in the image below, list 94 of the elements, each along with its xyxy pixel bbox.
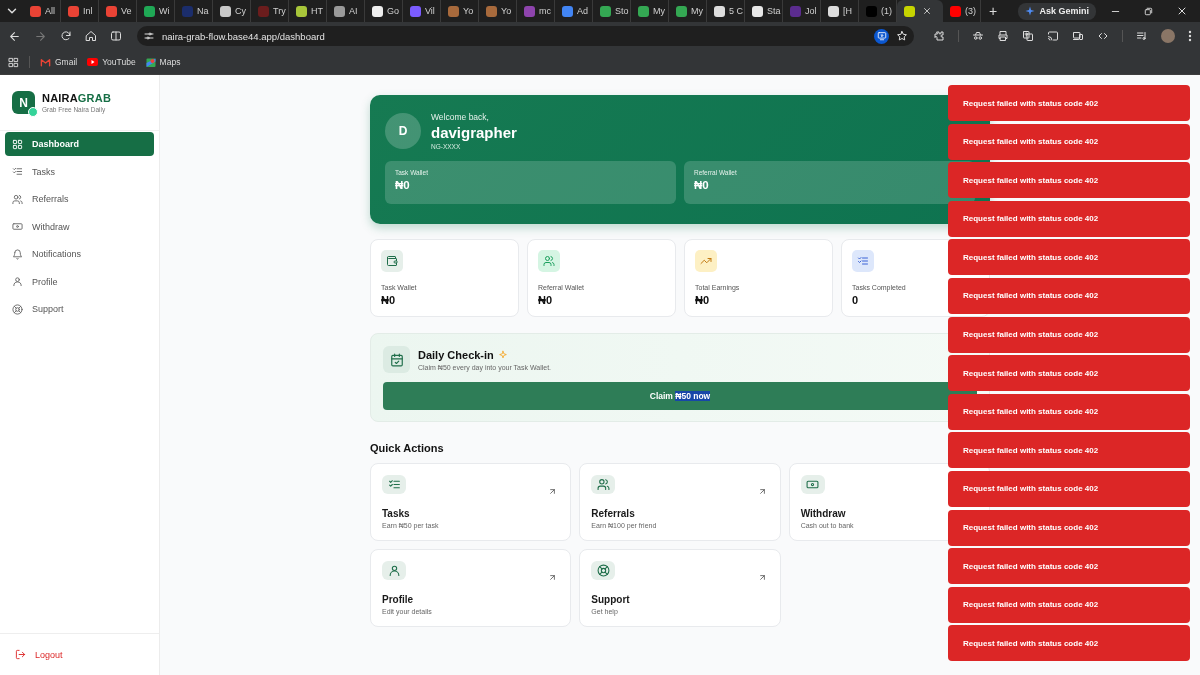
bookmark-link[interactable]: Maps	[145, 56, 181, 68]
devices-icon[interactable]	[1072, 30, 1084, 42]
checklist-icon	[387, 478, 401, 491]
apps-grid-icon[interactable]	[8, 56, 19, 68]
stat-value: ₦0	[695, 294, 711, 306]
action-title: Referrals	[591, 508, 636, 519]
nav-item[interactable]: Withdraw	[5, 214, 154, 239]
wallet-amount: ₦0	[395, 179, 411, 191]
home-icon[interactable]	[85, 30, 97, 42]
bookmark-link[interactable]: YouTube	[87, 57, 136, 67]
wallet-amount: ₦0	[694, 179, 710, 191]
lifebuoy-icon	[12, 303, 23, 315]
action-title: Profile	[382, 594, 415, 605]
split-view-icon[interactable]	[110, 30, 122, 42]
ask-gemini-button[interactable]: Ask Gemini	[1018, 2, 1096, 20]
stat-value: ₦0	[538, 294, 554, 306]
star-icon[interactable]	[896, 30, 908, 42]
restore-icon[interactable]	[1143, 5, 1154, 17]
error-toast: Request failed with status code 402	[948, 85, 1190, 121]
nav-item[interactable]: Referrals	[5, 187, 154, 211]
error-toast: Request failed with status code 402	[948, 625, 1190, 662]
bell-icon	[12, 248, 23, 260]
back-icon[interactable]	[8, 29, 21, 43]
error-toast: Request failed with status code 402	[948, 200, 1190, 237]
bookmark-link[interactable]: Gmail	[40, 56, 78, 68]
media-list-icon[interactable]	[1136, 30, 1148, 42]
code-icon[interactable]	[1097, 30, 1109, 42]
play-icon	[87, 58, 99, 66]
people-icon	[12, 193, 23, 205]
profile-avatar-icon[interactable]	[1161, 29, 1175, 43]
user-avatar: D	[385, 113, 421, 149]
nav-item[interactable]: Tasks	[5, 159, 154, 184]
error-toast: Request failed with status code 402	[948, 162, 1190, 199]
people-icon	[543, 255, 555, 267]
menu-icon[interactable]	[1188, 30, 1192, 42]
brand-name: NAIRAGRAB	[42, 92, 112, 104]
translate-icon[interactable]	[1022, 30, 1034, 42]
error-toast: Request failed with status code 402	[948, 393, 1190, 430]
lifebuoy-icon	[596, 564, 610, 577]
error-toast: Request failed with status code 402	[948, 277, 1190, 314]
action-title: Tasks	[382, 508, 411, 519]
calendar-check-icon	[389, 352, 404, 367]
error-toast: Request failed with status code 402	[948, 316, 1190, 353]
address-bar[interactable]: naira-grab-flow.base44.app/dashboard	[137, 26, 914, 46]
glasses-icon[interactable]	[972, 30, 984, 42]
error-toast: Request failed with status code 402	[948, 548, 1190, 585]
error-toast: Request failed with status code 402	[948, 470, 1190, 507]
error-toast: Request failed with status code 402	[948, 123, 1190, 160]
nav-item[interactable]: Dashboard	[5, 132, 154, 156]
logout-button[interactable]: Logout	[12, 649, 66, 660]
error-toast: Request failed with status code 402	[948, 509, 1190, 546]
error-toast: Request failed with status code 402	[948, 586, 1190, 623]
printer-icon[interactable]	[997, 30, 1009, 42]
username: davigrapher	[431, 124, 517, 141]
close-icon[interactable]	[1176, 5, 1188, 17]
people-icon	[596, 478, 610, 491]
puzzle-icon[interactable]	[933, 30, 945, 42]
banknote-icon	[12, 221, 23, 232]
banknote-icon	[806, 478, 820, 491]
sparkle-icon	[1025, 6, 1036, 16]
check-in-title: Daily Check-in	[418, 348, 494, 361]
error-toast: Request failed with status code 402	[948, 355, 1190, 392]
close-icon[interactable]	[922, 6, 932, 16]
error-toast: Request failed with status code 402	[948, 432, 1190, 469]
action-title: Withdraw	[800, 508, 847, 519]
wallet-icon	[386, 255, 398, 267]
dashboard-grid-icon	[12, 138, 23, 150]
nav-item[interactable]: Support	[5, 297, 154, 321]
action-title: Support	[591, 594, 631, 605]
new-tab-button[interactable]: +	[981, 3, 1006, 19]
mail-icon	[40, 56, 51, 68]
trend-up-icon	[700, 255, 712, 267]
logout-icon	[15, 649, 26, 660]
app-logo: N	[12, 91, 35, 114]
install-icon[interactable]	[874, 28, 889, 44]
person-icon	[387, 564, 401, 577]
checklist-icon	[857, 255, 869, 267]
url-text: naira-grab-flow.base44.app/dashboard	[162, 30, 326, 42]
stat-value: ₦0	[381, 294, 397, 306]
map-pin-icon	[145, 56, 156, 68]
browser-tab[interactable]	[897, 0, 943, 22]
error-toast: Request failed with status code 402	[948, 239, 1190, 276]
monitor-icon	[876, 31, 887, 41]
claim-button[interactable]: Claim ₦50 now	[383, 382, 977, 410]
nav-item[interactable]: Profile	[5, 269, 154, 294]
nav-item[interactable]: Notifications	[5, 242, 154, 266]
person-icon	[12, 276, 23, 287]
greeting-text: Welcome back,	[431, 112, 490, 122]
site-settings-icon[interactable]	[143, 30, 155, 42]
section-heading: Quick Actions	[370, 442, 444, 454]
cast-icon[interactable]	[1047, 30, 1059, 42]
checklist-icon	[12, 166, 23, 177]
reload-icon[interactable]	[60, 30, 72, 42]
sparkle-icon	[497, 349, 508, 360]
